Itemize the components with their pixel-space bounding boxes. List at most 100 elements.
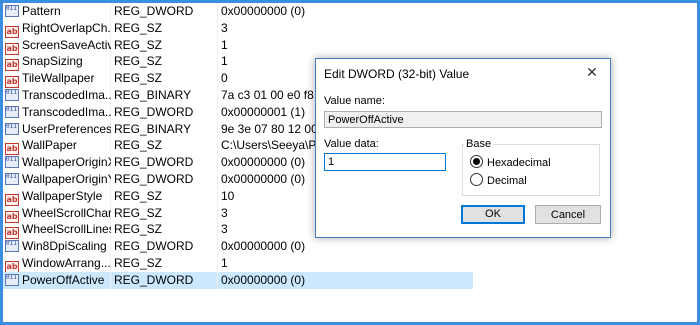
decimal-radio[interactable]: Decimal — [470, 173, 527, 188]
binary-value-icon: 011 110 — [5, 88, 19, 101]
value-type-cell: REG_SZ — [114, 20, 163, 35]
value-name-text: WindowArrang... — [22, 255, 111, 270]
value-name-text: WallpaperOriginX — [22, 155, 111, 170]
column-divider — [217, 154, 218, 171]
value-name-text: Pattern — [22, 4, 61, 18]
value-data-input[interactable]: 1 — [324, 153, 446, 171]
value-name-cell: ab SnapSizing — [5, 53, 111, 72]
value-name-cell: ab ScreenSaveActive — [5, 37, 111, 55]
value-name-text: SnapSizing — [22, 54, 83, 69]
value-name-field[interactable]: PowerOffActive — [324, 111, 602, 128]
binary-value-icon: 011 110 — [5, 240, 19, 253]
value-data-cell: 1 — [221, 255, 228, 270]
value-type-cell: REG_SZ — [114, 255, 163, 270]
value-name-text: TranscodedIma... — [22, 87, 111, 102]
column-divider — [217, 3, 218, 20]
value-name-cell: 011 110Win8DpiScaling — [5, 238, 111, 255]
value-name-cell: 011 110PowerOffActive — [5, 272, 111, 289]
value-name-cell: 011 110WallpaperOriginX — [5, 154, 111, 171]
registry-row[interactable]: ab ScreenSaveActive REG_SZ 1 — [3, 36, 473, 55]
dialog-title: Edit DWORD (32-bit) Value — [324, 67, 470, 81]
binary-value-icon: 011 110 — [5, 122, 19, 135]
column-divider — [217, 204, 218, 222]
binary-value-icon: 011 110 — [5, 5, 19, 17]
column-divider — [217, 271, 218, 289]
base-label: Base — [464, 138, 494, 150]
value-name-text: WallpaperOriginY — [22, 171, 111, 186]
value-name-text: RightOverlapCh... — [22, 20, 111, 35]
value-name-text: ScreenSaveActive — [22, 37, 111, 52]
value-type-cell: REG_BINARY — [114, 121, 192, 136]
value-name-text: TranscodedIma... — [22, 104, 111, 119]
value-name-text: PowerOffActive — [22, 272, 105, 287]
value-data-label: Value data: — [324, 138, 379, 150]
column-divider — [217, 221, 218, 239]
value-name-cell: 011 110TranscodedIma... — [5, 87, 111, 104]
hexadecimal-label: Hexadecimal — [487, 157, 551, 169]
column-divider — [217, 86, 218, 104]
registry-editor-window: 011 110PatternREG_DWORD0x00000000 (0)abR… — [3, 3, 697, 322]
registry-row[interactable]: ab RightOverlapCh... REG_SZ 3 — [3, 19, 473, 38]
column-divider — [217, 170, 218, 188]
value-data-cell: 1 — [221, 37, 228, 52]
registry-row[interactable]: 011 110Win8DpiScalingREG_DWORD0x00000000… — [3, 238, 473, 255]
value-name-cell: 011 110UserPreferences... — [5, 121, 111, 138]
binary-value-icon: 011 110 — [5, 273, 19, 286]
close-icon[interactable]: ✕ — [580, 62, 604, 82]
value-name-cell: ab TileWallpaper — [5, 70, 111, 89]
value-name-text: WallPaper — [22, 138, 77, 153]
binary-value-icon: 011 110 — [5, 172, 19, 185]
radio-checked-icon — [470, 155, 483, 168]
value-name-cell: ab WallPaper — [5, 137, 111, 156]
value-type-cell: REG_DWORD — [114, 104, 194, 119]
value-name-cell: 011 110WallpaperOriginY — [5, 171, 111, 188]
column-divider — [217, 36, 218, 54]
radio-unchecked-icon — [470, 173, 483, 186]
value-data-cell: 0x00000000 (0) — [221, 239, 306, 254]
value-type-cell: REG_DWORD — [114, 4, 194, 18]
value-type-cell: REG_SZ — [114, 222, 163, 237]
value-name-cell: ab RightOverlapCh... — [5, 20, 111, 38]
value-name-label: Value name: — [324, 95, 385, 107]
registry-row[interactable]: 011 110PowerOffActiveREG_DWORD0x00000000… — [3, 271, 473, 289]
value-type-cell: REG_DWORD — [114, 272, 194, 287]
value-name-text: WallpaperStyle — [22, 188, 103, 203]
column-divider — [217, 254, 218, 272]
hexadecimal-radio[interactable]: Hexadecimal — [470, 155, 551, 170]
value-type-cell: REG_DWORD — [114, 239, 194, 254]
cancel-button[interactable]: Cancel — [535, 205, 601, 224]
column-divider — [217, 53, 218, 71]
value-name-text: UserPreferences... — [22, 121, 111, 136]
registry-row[interactable]: 011 110PatternREG_DWORD0x00000000 (0) — [3, 3, 473, 20]
column-divider — [217, 120, 218, 138]
value-name-text: TileWallpaper — [22, 71, 95, 86]
value-name-cell: 011 110TranscodedIma... — [5, 104, 111, 121]
value-name-text: Win8DpiScaling — [22, 239, 107, 254]
value-type-cell: REG_BINARY — [114, 87, 192, 102]
ok-button[interactable]: OK — [461, 205, 525, 224]
value-type-cell: REG_SZ — [114, 54, 163, 69]
column-divider — [217, 187, 218, 205]
binary-value-icon: 011 110 — [5, 156, 19, 169]
column-divider — [217, 19, 218, 37]
value-name-cell: ab WheelScrollChars — [5, 205, 111, 223]
registry-row[interactable]: ab WindowArrang... REG_SZ 1 — [3, 254, 473, 273]
value-data-cell: 3 — [221, 20, 228, 35]
value-name-cell: ab WheelScrollLines — [5, 221, 111, 240]
value-data-cell: 0x00000000 (0) — [221, 272, 306, 287]
value-type-cell: REG_SZ — [114, 138, 163, 153]
column-divider — [217, 238, 218, 255]
value-name-cell: ab WindowArrang... — [5, 255, 111, 273]
binary-value-icon: 011 110 — [5, 105, 19, 118]
value-type-cell: REG_SZ — [114, 205, 163, 220]
column-divider — [217, 137, 218, 155]
value-type-cell: REG_SZ — [114, 37, 163, 52]
value-name-cell: 011 110Pattern — [5, 3, 111, 20]
value-name-cell: ab WallpaperStyle — [5, 188, 111, 206]
value-name-text: WheelScrollLines — [22, 222, 111, 237]
decimal-label: Decimal — [487, 175, 527, 187]
value-name-text: WheelScrollChars — [22, 205, 111, 220]
value-type-cell: REG_SZ — [114, 71, 163, 86]
column-divider — [217, 103, 218, 121]
value-type-cell: REG_DWORD — [114, 155, 194, 170]
